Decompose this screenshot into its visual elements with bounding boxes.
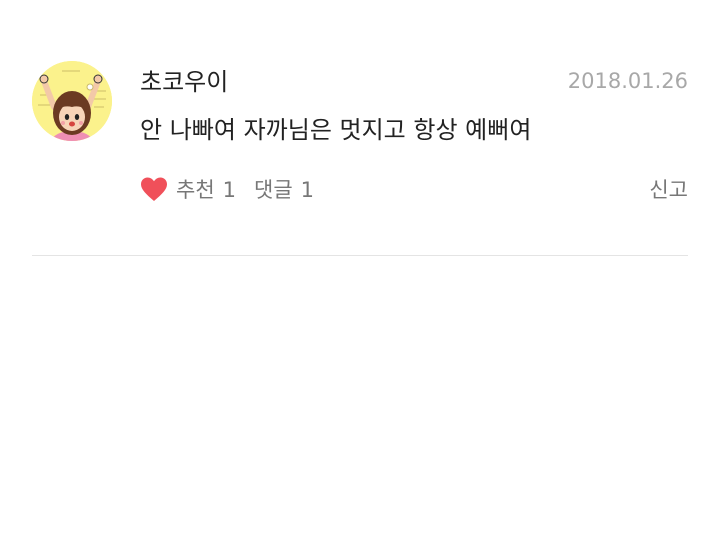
author-name[interactable]: 초코우이: [140, 66, 228, 98]
report-button[interactable]: 신고: [649, 176, 688, 204]
like-count: 1: [222, 178, 237, 202]
reply-button[interactable]: 댓글 1: [254, 176, 314, 204]
avatar[interactable]: [32, 61, 112, 141]
avatar-illustration: [32, 61, 112, 141]
reply-label: 댓글: [254, 178, 293, 202]
comment-item: 초코우이 2018.01.26 안 나빠여 자까님은 멋지고 항상 예뻐여 추천…: [32, 0, 688, 256]
comment-date: 2018.01.26: [567, 69, 688, 93]
reply-count: 1: [300, 178, 315, 202]
heart-icon: [141, 177, 167, 201]
like-button[interactable]: 추천 1: [140, 176, 236, 204]
like-label: 추천: [176, 178, 215, 202]
comment-text: 안 나빠여 자까님은 멋지고 항상 예뻐여: [140, 116, 532, 144]
comment-actions: 추천 1 댓글 1: [140, 174, 314, 206]
